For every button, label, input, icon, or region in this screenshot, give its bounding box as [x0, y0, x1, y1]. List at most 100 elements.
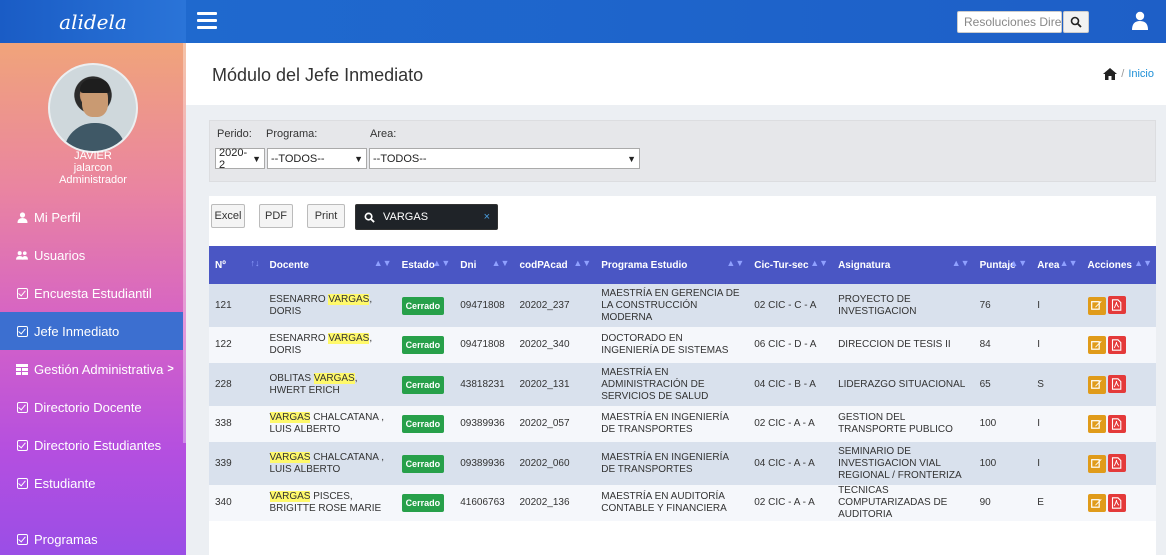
search-highlight: VARGAS — [328, 293, 370, 305]
edit-icon[interactable] — [1087, 336, 1106, 354]
top-navbar: alidela Resoluciones Directo — [0, 0, 1166, 43]
sidebar-item-label: Directorio Estudiantes — [34, 437, 162, 453]
page-header: Módulo del Jefe Inmediato / Inicio — [186, 43, 1166, 105]
check-square-icon — [16, 477, 28, 489]
sidebar-item-gestion-administrativa[interactable]: Gestión Administrativa > — [0, 350, 183, 388]
sidebar-item-estudiante[interactable]: Estudiante — [0, 464, 183, 502]
pdf-button[interactable]: PDF — [259, 204, 293, 228]
pdf-icon[interactable] — [1107, 296, 1126, 314]
brand-logo[interactable]: alidela — [0, 0, 186, 43]
cell-docente: ESENARRO VARGAS, DORIS — [269, 333, 373, 356]
pdf-icon[interactable] — [1107, 493, 1126, 512]
sort-icon: ▲▼ — [1009, 258, 1028, 268]
cell-docente: VARGAS CHALCATANA , LUIS ALBERTO — [269, 412, 384, 435]
table-icon — [16, 363, 28, 375]
sidebar-item-jefe-inmediato[interactable]: Jefe Inmediato — [0, 312, 183, 350]
cell-estado: Cerrado — [396, 442, 455, 485]
col-header-docente[interactable]: Docente ▲▼ — [264, 246, 396, 284]
col-header-cic-tur-sec[interactable]: Cic-Tur-sec ▲▼ — [748, 246, 832, 284]
sidebar-item-usuarios[interactable]: Usuarios — [0, 236, 183, 274]
print-button[interactable]: Print — [307, 204, 345, 228]
home-icon[interactable] — [1103, 68, 1118, 80]
pdf-icon[interactable] — [1107, 414, 1126, 433]
cell-acciones — [1082, 442, 1157, 485]
search-button[interactable] — [1063, 11, 1089, 33]
sidebar-item-directorio-estudiantes[interactable]: Directorio Estudiantes — [0, 426, 183, 464]
excel-button[interactable]: Excel — [211, 204, 245, 228]
col-header-puntaje[interactable]: Puntaje ▲▼ — [974, 246, 1032, 284]
search-highlight: VARGAS — [269, 451, 311, 463]
clear-search-icon[interactable]: × — [484, 211, 490, 223]
periodo-select[interactable]: 2020-2 ▼ — [215, 147, 265, 171]
filters-panel: Perido: Programa: Area: 2020-2 ▼ --TODOS-… — [209, 120, 1156, 182]
cell-programa: MAESTRÍA EN AUDITORÍA CONTABLE Y FINANCI… — [601, 491, 727, 514]
edit-icon[interactable] — [1087, 375, 1106, 394]
pdf-icon[interactable] — [1107, 335, 1126, 354]
col-header-dni[interactable]: Dni ▲▼ — [454, 246, 513, 284]
edit-icon[interactable] — [1087, 415, 1106, 433]
search-icon — [364, 212, 375, 223]
pdf-icon[interactable] — [1107, 454, 1126, 472]
edit-icon[interactable] — [1087, 494, 1106, 512]
periodo-label: Perido: — [217, 128, 252, 140]
pdf-icon[interactable] — [1107, 375, 1126, 393]
edit-icon[interactable] — [1087, 454, 1106, 473]
edit-icon[interactable] — [1087, 296, 1106, 315]
sort-icon: ▲▼ — [1134, 258, 1152, 268]
user-account-icon[interactable] — [1131, 11, 1149, 31]
sort-icon: ▲▼ — [726, 258, 745, 268]
user-name: JAVIER — [74, 150, 112, 162]
check-square-icon — [16, 533, 28, 545]
col-header-estado[interactable]: Estado ▲▼ — [396, 246, 455, 284]
table-row: 340 VARGAS PISCES, BRIGITTE ROSE MARIE Cer… — [209, 485, 1156, 521]
cell-asignatura: PROYECTO DE INVESTIGACION — [838, 293, 917, 317]
cell-estado: Cerrado — [396, 363, 455, 406]
cell-puntaje: 100 — [979, 418, 997, 429]
sidebar-item-label: Encuesta Estudiantil — [34, 285, 152, 301]
table-row: 338 VARGAS CHALCATANA , LUIS ALBERTO Cerra… — [209, 406, 1156, 442]
cell-dni: 09471808 — [460, 339, 505, 350]
cell-codpacad: 20202_136 — [519, 497, 570, 508]
cell-codpacad: 20202_057 — [519, 418, 570, 429]
chevron-down-icon: ▼ — [354, 153, 363, 164]
cell-cic-tur-sec: 02 CIC - C - A — [754, 299, 817, 311]
programa-select[interactable]: --TODOS-- ▼ — [267, 148, 367, 169]
cell-programa: MAESTRÍA EN ADMINISTRACIÓN DE SERVICIOS … — [601, 366, 709, 402]
chevron-down-icon: ▼ — [252, 153, 261, 164]
check-square-icon — [16, 287, 28, 299]
sidebar-item-label: Gestión Administrativa — [34, 361, 164, 377]
search-icon — [1070, 16, 1082, 28]
col-header-n[interactable]: Nº ↑↓ — [209, 246, 264, 284]
sort-icon: ▲▼ — [491, 258, 510, 268]
sidebar-item-directorio-docente[interactable]: Directorio Docente — [0, 388, 183, 426]
col-header-asignatura[interactable]: Asignatura ▲▼ — [832, 246, 973, 284]
user-role: Administrador — [59, 174, 127, 186]
avatar — [48, 63, 138, 153]
area-select[interactable]: --TODOS-- ▼ — [369, 148, 640, 169]
hamburger-menu-icon[interactable] — [197, 12, 217, 30]
cell-asignatura: GESTION DEL TRANSPORTE PUBLICO — [838, 412, 953, 435]
global-search-input[interactable]: Resoluciones Directo — [957, 11, 1062, 33]
search-highlight: VARGAS — [313, 372, 355, 384]
status-badge: Cerrado — [401, 454, 445, 473]
search-highlight: VARGAS — [269, 412, 311, 423]
col-header-acciones[interactable]: Acciones ▲▼ — [1082, 246, 1157, 284]
table-search-input[interactable]: VARGAS × — [355, 204, 498, 230]
col-header-codpacad[interactable]: codPAcad ▲▼ — [513, 246, 595, 284]
programa-label: Programa: — [266, 128, 318, 140]
cell-puntaje: 84 — [979, 339, 991, 350]
sidebar-item-programas[interactable]: Programas — [0, 520, 183, 555]
search-highlight: VARGAS — [269, 491, 311, 502]
cell-n: 339 — [215, 457, 232, 469]
results-table: Nº ↑↓ Docente ▲▼ Estado ▲▼ Dni ▲▼ codPAcad ▲▼… — [209, 246, 1156, 521]
sort-icon: ▲▼ — [373, 258, 392, 268]
col-header-programa[interactable]: Programa Estudio ▲▼ — [595, 246, 748, 284]
col-header-area[interactable]: Area ▲▼ — [1031, 246, 1081, 284]
cell-puntaje: 90 — [979, 497, 991, 508]
sidebar-item-mi-perfil[interactable]: Mi Perfil — [0, 198, 183, 236]
sort-icon: ▲▼ — [951, 258, 970, 268]
table-header-row: Nº ↑↓ Docente ▲▼ Estado ▲▼ Dni ▲▼ codPAcad ▲▼… — [209, 246, 1156, 284]
sidebar-item-encuesta-estudiantil[interactable]: Encuesta Estudiantil — [0, 274, 183, 312]
breadcrumb-separator: / — [1121, 68, 1125, 80]
breadcrumb-inicio-link[interactable]: Inicio — [1128, 68, 1154, 80]
